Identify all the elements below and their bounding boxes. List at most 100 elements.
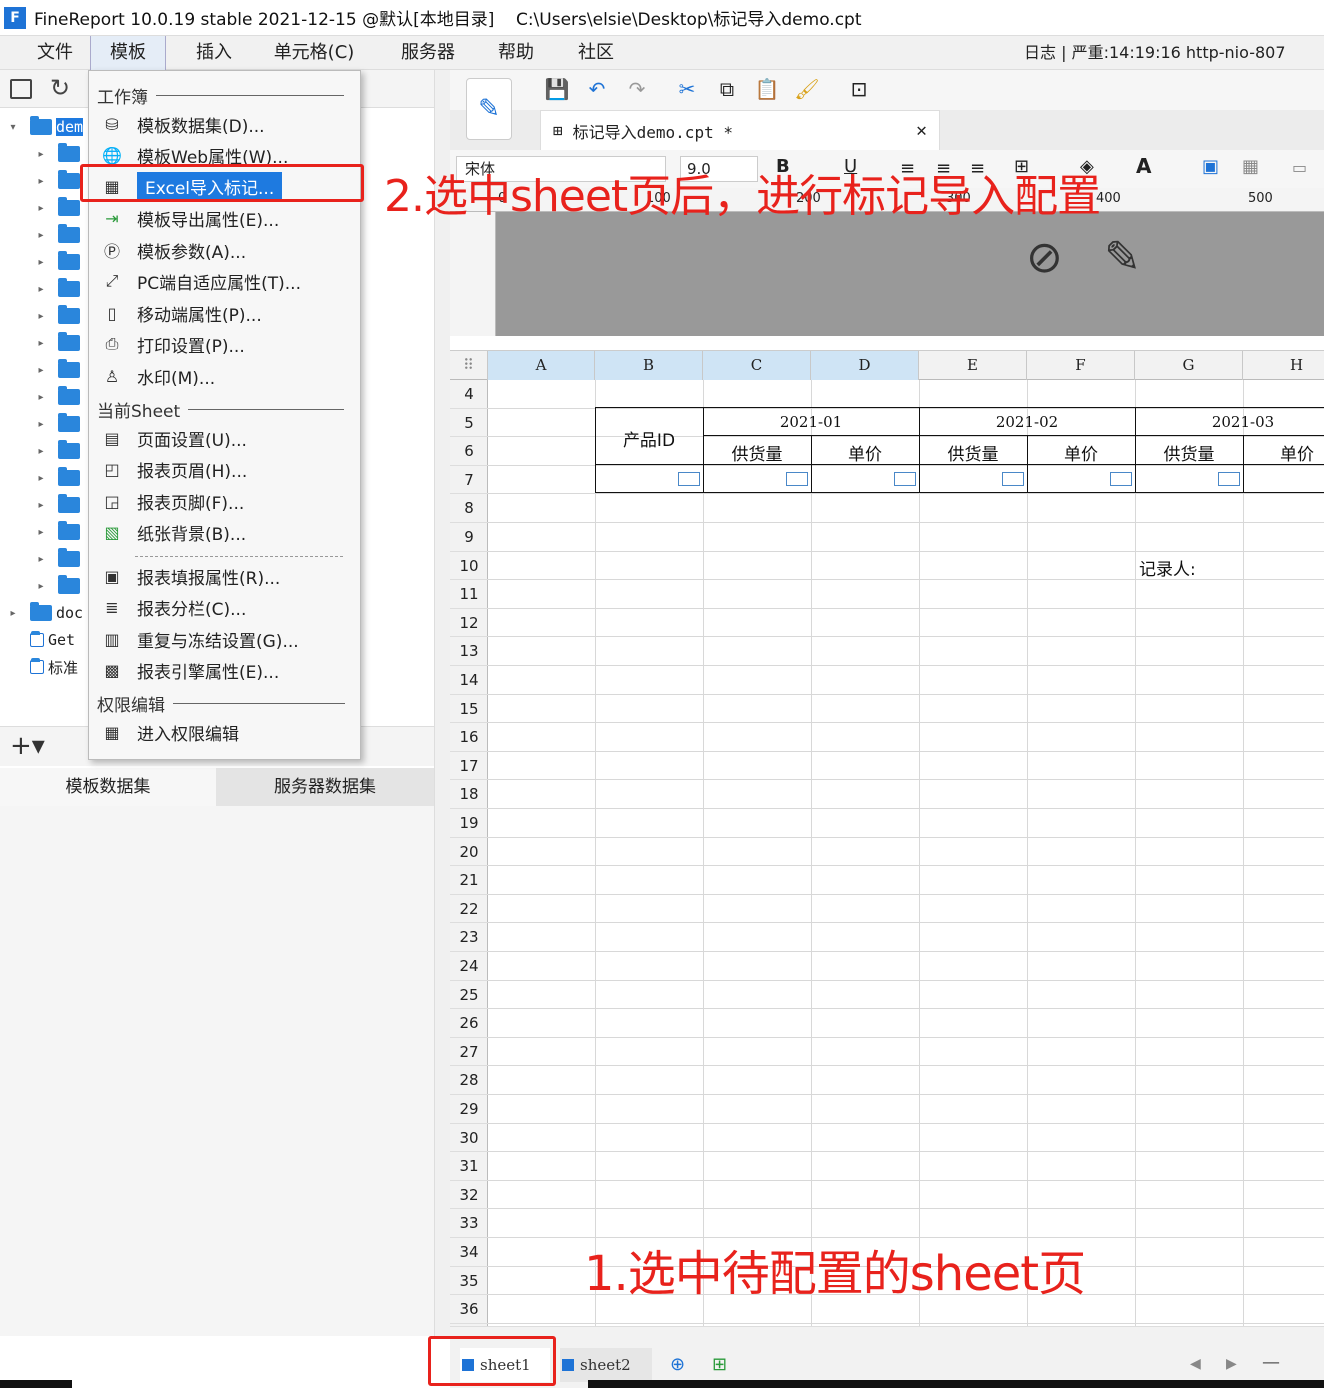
text-box-icon[interactable]: ⊡ [846,76,872,102]
row-header-cell[interactable]: 28 [450,1066,488,1095]
undo-icon[interactable]: ↶ [584,76,610,102]
row-header-cell[interactable]: 6 [450,437,488,466]
row-header-cell[interactable]: 36 [450,1295,488,1324]
tree-item[interactable]: Get [6,627,75,653]
tab-template-dataset[interactable]: 模板数据集 [0,768,216,806]
menu-item-template-dataset[interactable]: ⛁ 模板数据集(D)... [99,109,264,139]
cell-product-id[interactable]: 产品ID [595,426,703,451]
tree-item[interactable]: ▸ [34,573,84,599]
cell-month-2[interactable]: 2021-02 [919,413,1135,431]
row-header-cell[interactable]: 11 [450,580,488,609]
expand-arrow-icon[interactable]: ▸ [34,581,48,592]
expand-arrow-icon[interactable]: ▸ [34,500,48,511]
tree-item[interactable]: ▾ dem [6,114,84,140]
row-header-cell[interactable]: 12 [450,609,488,638]
menu-item-page-setup[interactable]: ▤ 页面设置(U)... [99,423,246,453]
col-header-b[interactable]: B [595,351,703,380]
tree-item[interactable]: ▸ [34,357,84,383]
scroll-right-icon[interactable]: ▶ [1226,1356,1237,1372]
add-sheet-icon[interactable]: ⊕ [670,1354,685,1375]
tab-server-dataset[interactable]: 服务器数据集 [216,768,434,806]
menu-item-pc-adaptive[interactable]: ⤢ PC端自适应属性(T)... [99,266,301,296]
cell-recorder[interactable]: 记录人: [1135,555,1205,580]
horizontal-scrollbar[interactable] [450,1326,1324,1346]
tree-item[interactable]: ▸ [34,492,84,518]
add-poly-sheet-icon[interactable]: ⊞ [712,1354,727,1375]
row-header-cell[interactable]: 30 [450,1124,488,1153]
row-header-cell[interactable]: 23 [450,923,488,952]
menu-insert[interactable]: 插入 [176,36,252,70]
refresh-icon[interactable]: ↻ [50,74,70,102]
row-header-cell[interactable]: 10 [450,552,488,581]
col-header-g[interactable]: G [1135,351,1243,380]
row-header-cell[interactable]: 31 [450,1152,488,1181]
font-color-icon[interactable]: A [1136,154,1151,178]
menu-item-engine-attr[interactable]: ▩ 报表引擎属性(E)... [99,655,279,685]
expand-arrow-icon[interactable]: ▸ [34,392,48,403]
menu-help[interactable]: 帮助 [484,36,548,70]
row-header-cell[interactable]: 13 [450,637,488,666]
row-header-cell[interactable]: 18 [450,780,488,809]
expand-arrow-icon[interactable]: ▸ [34,230,48,241]
menu-item-repeat-freeze[interactable]: ▥ 重复与冻结设置(G)... [99,624,298,654]
tree-item[interactable]: ▸ [34,249,84,275]
menu-server[interactable]: 服务器 [388,36,468,70]
cell-widget-icon[interactable] [1002,472,1024,486]
zoom-out-icon[interactable]: — [1262,1352,1280,1373]
cell-price[interactable]: 单价 [1243,440,1324,465]
file-tab[interactable]: ⊞ 标记导入demo.cpt * ✕ [540,110,940,150]
panel-splitter[interactable] [434,70,450,1336]
row-header-cell[interactable]: 35 [450,1267,488,1296]
row-header-cell[interactable]: 14 [450,666,488,695]
row-header-cell[interactable]: 22 [450,895,488,924]
row-header-cell[interactable]: 17 [450,752,488,781]
tree-item[interactable]: 标准 [6,654,78,680]
tree-item[interactable]: ▸ [34,276,84,302]
new-folder-icon[interactable] [10,79,32,99]
row-header-cell[interactable]: 9 [450,523,488,552]
menu-template[interactable]: 模板 [90,36,166,70]
row-header-cell[interactable]: 26 [450,1009,488,1038]
copy-icon[interactable]: ⧉ [714,76,740,102]
expand-arrow-icon[interactable]: ▸ [6,608,20,619]
expand-arrow-icon[interactable]: ▸ [34,554,48,565]
row-header-cell[interactable]: 24 [450,952,488,981]
tree-item[interactable]: ▸ [34,141,84,167]
cell-price[interactable]: 单价 [1027,440,1135,465]
cut-icon[interactable]: ✂ [674,76,700,102]
menu-item-report-header[interactable]: ◰ 报表页眉(H)... [99,454,247,484]
col-header-h[interactable]: H [1243,351,1324,380]
menu-community[interactable]: 社区 [564,36,628,70]
sheet-tab-sheet2[interactable]: sheet2 [560,1348,652,1382]
scroll-left-icon[interactable]: ◀ [1190,1356,1201,1372]
menu-item-enter-permission-edit[interactable]: ▦ 进入权限编辑 [99,717,239,747]
expand-arrow-icon[interactable]: ▸ [34,473,48,484]
expand-arrow-icon[interactable]: ▸ [34,176,48,187]
col-header-f[interactable]: F [1027,351,1135,380]
menu-cell[interactable]: 单元格(C) [262,36,366,70]
tree-item[interactable]: ▸ [34,384,84,410]
expand-arrow-icon[interactable]: ▸ [34,419,48,430]
edit-pencil-icon[interactable]: ✎ [1104,232,1141,283]
tree-item[interactable]: ▸ [34,465,84,491]
design-mode-icon[interactable]: ✎ [466,78,512,140]
more-icon[interactable]: ▭ [1292,158,1307,177]
expand-arrow-icon[interactable]: ▸ [34,446,48,457]
tree-item[interactable]: ▸ [34,546,84,572]
select-all-corner[interactable]: ⠿ [450,351,488,380]
tree-item[interactable]: ▸ doc [6,600,83,626]
expand-arrow-icon[interactable]: ▸ [34,203,48,214]
row-header-cell[interactable]: 16 [450,723,488,752]
tree-item[interactable]: ▸ [34,303,84,329]
cell-widget-icon[interactable] [894,472,916,486]
menu-file[interactable]: 文件 [20,36,90,70]
menu-item-report-columns[interactable]: ≣ 报表分栏(C)... [99,592,246,622]
cell-supply[interactable]: 供货量 [919,440,1027,465]
tree-item[interactable]: ▸ [34,195,84,221]
cell-widget-icon[interactable] [678,472,700,486]
close-tab-icon[interactable]: ✕ [916,120,927,141]
paste-icon[interactable]: 📋 [754,76,780,102]
row-header-cell[interactable]: 19 [450,809,488,838]
col-header-d[interactable]: D [811,351,919,380]
menu-item-mobile-attr[interactable]: ▯ 移动端属性(P)... [99,298,262,328]
